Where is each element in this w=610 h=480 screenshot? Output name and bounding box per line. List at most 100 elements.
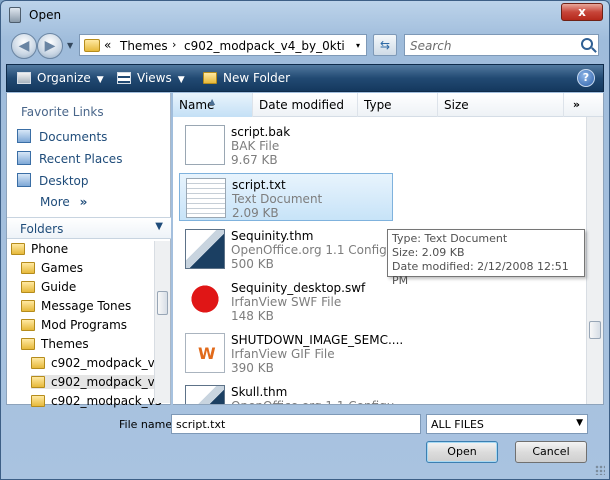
- views-label: Views: [137, 71, 172, 85]
- folder-tree-label: Message Tones: [41, 299, 132, 313]
- breadcrumb-separator-icon[interactable]: ›: [172, 38, 176, 51]
- cancel-button[interactable]: Cancel: [515, 441, 587, 463]
- scrollbar-thumb[interactable]: [589, 321, 601, 339]
- back-button[interactable]: ◀: [11, 33, 37, 59]
- folder-icon: [21, 262, 35, 274]
- views-icon: [117, 72, 131, 84]
- file-item[interactable]: Sequinity.thm OpenOffice.org 1.1 Configu.…: [179, 225, 406, 273]
- filename-input[interactable]: script.txt: [171, 414, 421, 434]
- file-name: script.bak: [231, 125, 291, 139]
- column-date-modified[interactable]: Date modified: [253, 93, 358, 117]
- organize-label: Organize: [37, 71, 91, 85]
- new-folder-button[interactable]: New Folder: [203, 71, 290, 85]
- filename-label: File name:: [119, 418, 176, 431]
- address-dropdown-icon[interactable]: ▾: [356, 41, 360, 50]
- refresh-button[interactable]: ⇆: [373, 34, 397, 56]
- favorite-label: Desktop: [39, 174, 89, 188]
- more-favorites-link[interactable]: More »: [40, 195, 87, 209]
- openoffice-icon: [185, 385, 225, 404]
- folders-toggle[interactable]: Folders ▼: [7, 217, 171, 239]
- folders-label: Folders: [20, 222, 64, 236]
- file-size: 390 KB: [231, 361, 274, 375]
- folder-tree-item[interactable]: Phone: [11, 242, 68, 256]
- organize-icon: [17, 72, 31, 84]
- title-bar[interactable]: Open x: [1, 1, 609, 29]
- file-type: IrfanView GIF File: [231, 347, 335, 361]
- column-size[interactable]: Size: [438, 93, 564, 117]
- help-button[interactable]: ?: [577, 69, 595, 87]
- views-button[interactable]: Views ▼: [117, 71, 185, 85]
- organize-button[interactable]: Organize ▼: [17, 71, 104, 85]
- file-item[interactable]: Sequinity_desktop.swf IrfanView SWF File 1…: [179, 277, 393, 325]
- column-type[interactable]: Type: [358, 93, 438, 117]
- folder-tree-label: Phone: [31, 242, 69, 256]
- file-item[interactable]: Skull.thmOpenOffice.org 1.1 Configu...: [179, 381, 406, 404]
- chevron-down-icon: ▼: [155, 221, 163, 232]
- favorite-desktop[interactable]: Desktop: [17, 173, 89, 188]
- gif-icon: [185, 333, 225, 373]
- folder-icon: [11, 243, 25, 255]
- folder-icon: [21, 338, 35, 350]
- address-bar[interactable]: « Themes › c902_modpack_v4_by_0kti ▾: [79, 34, 367, 56]
- file-list-scrollbar[interactable]: [586, 117, 603, 404]
- column-name[interactable]: ▲ Name: [173, 93, 253, 117]
- breadcrumb-overflow[interactable]: «: [104, 38, 111, 52]
- folder-icon: [31, 376, 45, 388]
- search-icon[interactable]: [581, 38, 593, 50]
- favorite-label: Documents: [39, 130, 108, 144]
- folder-icon: [21, 281, 35, 293]
- file-item[interactable]: script.bak BAK File 9.67 KB: [179, 121, 393, 169]
- favorite-documents[interactable]: Documents: [17, 129, 107, 144]
- breadcrumb-current-folder[interactable]: c902_modpack_v4_by_0kti: [184, 39, 345, 53]
- chevron-down-icon: ▼: [96, 75, 104, 85]
- folder-tree-item[interactable]: Message Tones: [21, 299, 131, 313]
- file-type: BAK File: [231, 139, 280, 153]
- file-type: Text Document: [232, 192, 323, 206]
- close-button[interactable]: x: [561, 3, 603, 21]
- irfanview-icon: [185, 281, 225, 321]
- folder-tree-label: Themes: [41, 337, 89, 351]
- file-type-filter[interactable]: ALL FILES ▼: [426, 414, 588, 434]
- documents-icon: [17, 129, 31, 143]
- file-name: Sequinity.thm: [231, 229, 314, 243]
- new-folder-label: New Folder: [223, 71, 291, 85]
- folder-tree-item[interactable]: Guide: [21, 280, 76, 294]
- file-name: Skull.thm: [231, 385, 288, 399]
- file-size: 148 KB: [231, 309, 274, 323]
- file-info-tooltip: Type: Text Document Size: 2.09 KB Date m…: [387, 229, 585, 287]
- file-type: OpenOffice.org 1.1 Configu...: [231, 243, 406, 257]
- filter-value: ALL FILES: [431, 418, 484, 431]
- chevron-down-icon: ▼: [177, 75, 185, 85]
- folder-tree-item[interactable]: Mod Programs: [21, 318, 127, 332]
- forward-button[interactable]: ▶: [37, 33, 63, 59]
- tooltip-type: Type: Text Document: [392, 232, 508, 245]
- folder-tree-item[interactable]: Games: [21, 261, 83, 275]
- window-title: Open: [29, 8, 62, 22]
- folder-tree-item[interactable]: Themes: [21, 337, 89, 351]
- search-box[interactable]: Search: [404, 34, 599, 56]
- document-icon: [185, 125, 225, 165]
- folder-icon: [31, 357, 45, 369]
- command-toolbar: Organize ▼ Views ▼ New Folder ?: [6, 64, 604, 92]
- search-input[interactable]: Search: [410, 39, 452, 53]
- folder-tree-item[interactable]: c902_modpack_v4_: [31, 375, 169, 389]
- breadcrumb-themes[interactable]: Themes: [120, 39, 168, 53]
- sort-ascending-icon: ▲: [209, 97, 216, 106]
- folder-tree-label: c902_modpack_v5: [51, 394, 163, 408]
- recent-pages-dropdown-icon[interactable]: ▼: [67, 41, 73, 50]
- folder-tree-item[interactable]: c902_modpack_v3_: [31, 356, 168, 370]
- favorite-recent-places[interactable]: Recent Places: [17, 151, 122, 166]
- favorite-links-header: Favorite Links: [21, 105, 104, 119]
- scrollbar-thumb[interactable]: [157, 291, 168, 315]
- folder-tree-item[interactable]: c902_modpack_v5: [31, 394, 162, 408]
- file-item[interactable]: script.txt Text Document 2.09 KB: [179, 173, 393, 221]
- file-size: 500 KB: [231, 257, 274, 271]
- folder-tree-label: c902_modpack_v3_: [51, 356, 169, 370]
- more-columns-icon[interactable]: »: [573, 98, 580, 111]
- resize-grip-icon[interactable]: [595, 465, 605, 475]
- folder-tree-scrollbar[interactable]: [154, 241, 170, 403]
- tooltip-date: Date modified: 2/12/2008 12:51 PM: [392, 260, 569, 287]
- app-icon: [9, 7, 21, 23]
- open-button[interactable]: Open: [426, 441, 498, 463]
- file-item[interactable]: SHUTDOWN_IMAGE_SEMC....IrfanView GIF Fil…: [179, 329, 403, 377]
